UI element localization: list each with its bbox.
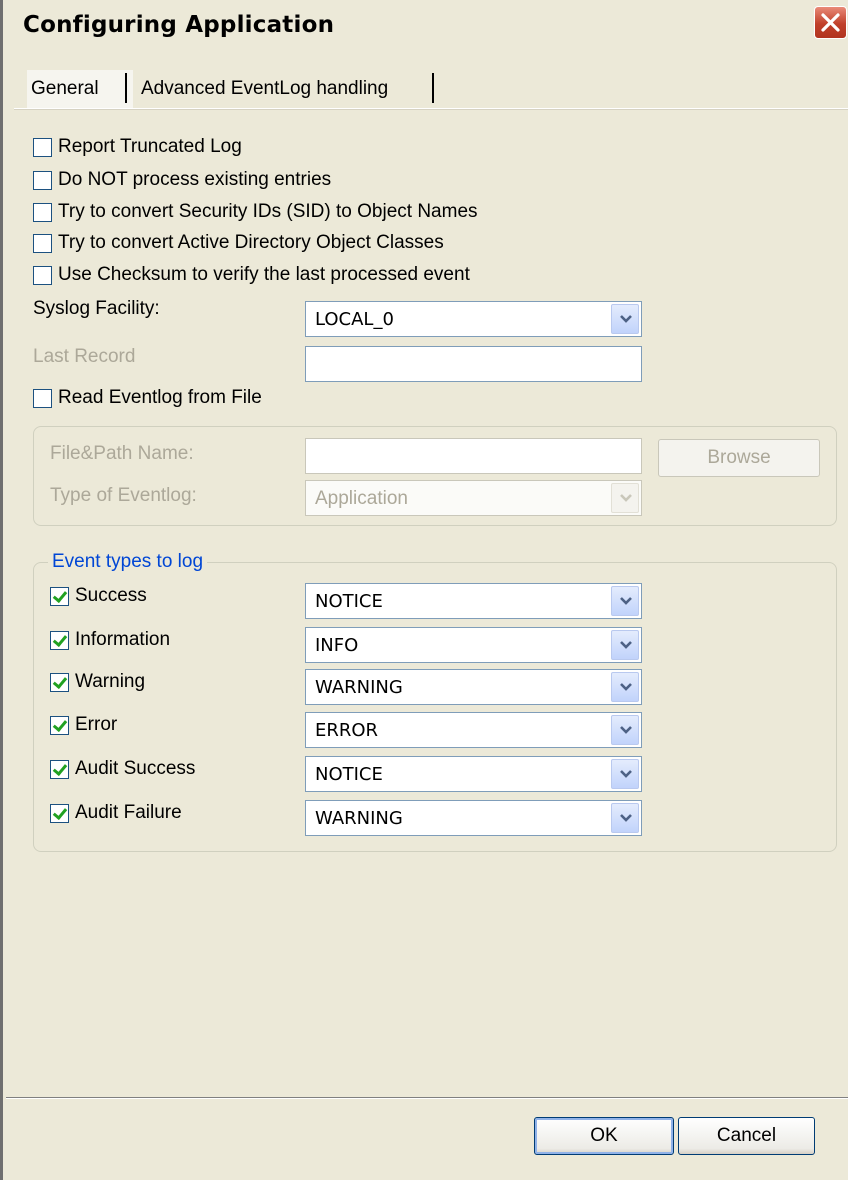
last-record-label: Last Record	[33, 346, 136, 367]
dropdown-button[interactable]	[611, 803, 639, 833]
chevron-down-icon	[620, 770, 632, 778]
configuring-application-dialog: Configuring Application General Advanced…	[0, 0, 848, 1180]
event-type-row[interactable]: Warning	[50, 669, 145, 695]
chevron-down-icon	[620, 597, 632, 605]
close-button[interactable]	[814, 6, 847, 39]
checkbox[interactable]	[50, 586, 69, 606]
eventlog-type-select[interactable]: Application	[305, 480, 642, 516]
dropdown-button[interactable]	[611, 759, 639, 789]
option-use-checksum[interactable]: Use Checksum to verify the last processe…	[33, 262, 470, 288]
chevron-down-icon	[620, 726, 632, 734]
event-type-row[interactable]: Error	[50, 712, 117, 738]
ok-button[interactable]: OK	[534, 1117, 674, 1155]
option-convert-ad-classes[interactable]: Try to convert Active Directory Object C…	[33, 230, 444, 256]
checkbox[interactable]	[33, 233, 52, 253]
checkbox-label: Try to convert Active Directory Object C…	[58, 232, 444, 253]
dropdown-button[interactable]	[611, 483, 639, 513]
checkbox[interactable]	[33, 202, 52, 222]
chevron-down-icon	[620, 315, 632, 323]
close-icon	[821, 13, 840, 32]
checkbox-label: Use Checksum to verify the last processe…	[58, 264, 470, 285]
chevron-down-icon	[620, 814, 632, 822]
checkbox[interactable]	[50, 630, 69, 650]
dropdown-button[interactable]	[611, 715, 639, 745]
syslog-facility-label: Syslog Facility:	[33, 298, 160, 319]
dropdown-button[interactable]	[611, 586, 639, 616]
checkbox[interactable]	[33, 137, 52, 157]
checkbox[interactable]	[50, 759, 69, 779]
read-eventlog-from-file[interactable]: Read Eventlog from File	[33, 385, 262, 411]
window-title: Configuring Application	[23, 12, 335, 38]
tab-general[interactable]: General	[27, 70, 133, 108]
chevron-down-icon	[620, 494, 632, 502]
tab-advanced-eventlog-handling[interactable]: Advanced EventLog handling	[137, 70, 445, 108]
select-value: WARNING	[315, 808, 403, 829]
event-severity-select[interactable]: NOTICE	[305, 583, 642, 619]
option-do-not-process-existing[interactable]: Do NOT process existing entries	[33, 167, 331, 193]
event-severity-select[interactable]: INFO	[305, 627, 642, 663]
event-type-label: Information	[75, 629, 171, 650]
dropdown-button[interactable]	[611, 672, 639, 702]
dropdown-button[interactable]	[611, 630, 639, 660]
checkbox[interactable]	[33, 388, 52, 408]
select-value: ERROR	[315, 720, 379, 741]
browse-button[interactable]: Browse	[658, 439, 820, 477]
event-type-row[interactable]: Audit Success	[50, 756, 195, 782]
tab-divider	[125, 73, 127, 103]
option-convert-sid[interactable]: Try to convert Security IDs (SID) to Obj…	[33, 199, 478, 225]
select-value: NOTICE	[315, 764, 383, 785]
checkbox[interactable]	[50, 715, 69, 735]
event-severity-select[interactable]: ERROR	[305, 712, 642, 748]
file-group: File&Path Name: Browse Type of Eventlog:…	[33, 426, 837, 526]
tab-panel-edge	[14, 109, 848, 110]
group-title: Event types to log	[48, 551, 208, 573]
event-severity-select[interactable]: NOTICE	[305, 756, 642, 792]
checkbox[interactable]	[50, 672, 69, 692]
title-bar[interactable]: Configuring Application	[3, 0, 848, 48]
select-value: INFO	[315, 635, 359, 656]
dropdown-button[interactable]	[611, 304, 639, 334]
tab-divider	[432, 73, 434, 103]
event-type-label: Audit Success	[75, 758, 196, 779]
event-type-label: Success	[75, 585, 147, 606]
checkbox[interactable]	[33, 170, 52, 190]
checkbox[interactable]	[50, 803, 69, 823]
event-type-row[interactable]: Audit Failure	[50, 800, 182, 826]
checkbox[interactable]	[33, 265, 52, 285]
select-value: NOTICE	[315, 591, 383, 612]
select-value: Application	[315, 488, 408, 509]
checkbox-label: Try to convert Security IDs (SID) to Obj…	[58, 201, 478, 222]
event-type-label: Warning	[75, 671, 146, 692]
checkbox-label: Read Eventlog from File	[58, 387, 262, 408]
chevron-down-icon	[620, 641, 632, 649]
event-severity-select[interactable]: WARNING	[305, 669, 642, 705]
event-type-row[interactable]: Success	[50, 583, 147, 609]
event-type-label: Error	[75, 714, 118, 735]
checkbox-label: Do NOT process existing entries	[58, 169, 332, 190]
last-record-field[interactable]	[305, 346, 642, 382]
checkbox-label: Report Truncated Log	[58, 136, 242, 157]
select-value: WARNING	[315, 677, 403, 698]
chevron-down-icon	[620, 683, 632, 691]
select-value: LOCAL_0	[315, 309, 394, 330]
event-type-label: Audit Failure	[75, 802, 182, 823]
file-path-field[interactable]	[305, 438, 642, 474]
syslog-facility-select[interactable]: LOCAL_0	[305, 301, 642, 337]
footer-divider	[6, 1098, 848, 1099]
file-path-label: File&Path Name:	[50, 443, 194, 464]
event-severity-select[interactable]: WARNING	[305, 800, 642, 836]
event-type-row[interactable]: Information	[50, 627, 170, 653]
cancel-button[interactable]: Cancel	[678, 1117, 815, 1155]
eventlog-type-label: Type of Eventlog:	[50, 485, 197, 506]
option-report-truncated-log[interactable]: Report Truncated Log	[33, 134, 242, 160]
